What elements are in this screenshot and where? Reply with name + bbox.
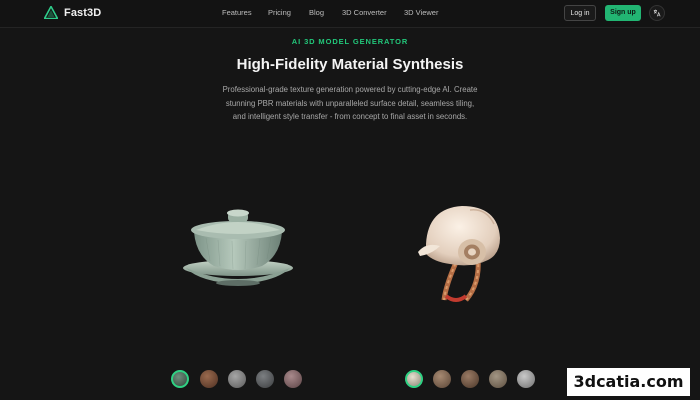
- brand-name: Fast3D: [64, 6, 102, 19]
- swatch-brown-marble[interactable]: [461, 370, 479, 388]
- helmet-image: [418, 206, 500, 302]
- swatch-wood[interactable]: [200, 370, 218, 388]
- swatch-tan-stone[interactable]: [489, 370, 507, 388]
- tea-set-image: [183, 209, 293, 286]
- helmet-model[interactable]: [410, 196, 510, 311]
- tea-set-model[interactable]: [176, 206, 300, 303]
- swatch-celadon[interactable]: [171, 370, 189, 388]
- signup-button[interactable]: Sign up: [605, 5, 641, 21]
- swatch-pink-marble[interactable]: [284, 370, 302, 388]
- nav-features[interactable]: Features: [222, 8, 252, 17]
- description-line: stunning PBR materials with unparalleled…: [225, 98, 475, 108]
- page-title: High-Fidelity Material Synthesis: [236, 56, 464, 73]
- swatch-stone[interactable]: [228, 370, 246, 388]
- eyebrow-label: AI 3D MODEL GENERATOR: [291, 37, 409, 46]
- description-line: and intelligent style transfer - from co…: [232, 112, 468, 121]
- top-nav: Fast3D Features Pricing Blog 3D Converte…: [0, 0, 700, 28]
- login-button[interactable]: Log in: [564, 5, 596, 21]
- watermark: 3dcatia.com: [567, 368, 690, 396]
- hero-description: Professional-grade texture generation po…: [195, 83, 505, 124]
- translate-icon[interactable]: [649, 5, 665, 21]
- swatch-cream[interactable]: [405, 370, 423, 388]
- swatch-dark-stone[interactable]: [256, 370, 274, 388]
- nav-blog[interactable]: Blog: [309, 8, 324, 17]
- logo-icon: [44, 6, 58, 19]
- swatch-brown-stone[interactable]: [433, 370, 451, 388]
- brand-logo[interactable]: Fast3D: [44, 6, 101, 19]
- description-line: Professional-grade texture generation po…: [222, 85, 478, 94]
- nav-3d-converter[interactable]: 3D Converter: [342, 8, 387, 17]
- nav-pricing[interactable]: Pricing: [268, 8, 291, 17]
- nav-3d-viewer[interactable]: 3D Viewer: [404, 8, 438, 17]
- swatch-grey[interactable]: [517, 370, 535, 388]
- translate-glyph-icon: [653, 9, 661, 17]
